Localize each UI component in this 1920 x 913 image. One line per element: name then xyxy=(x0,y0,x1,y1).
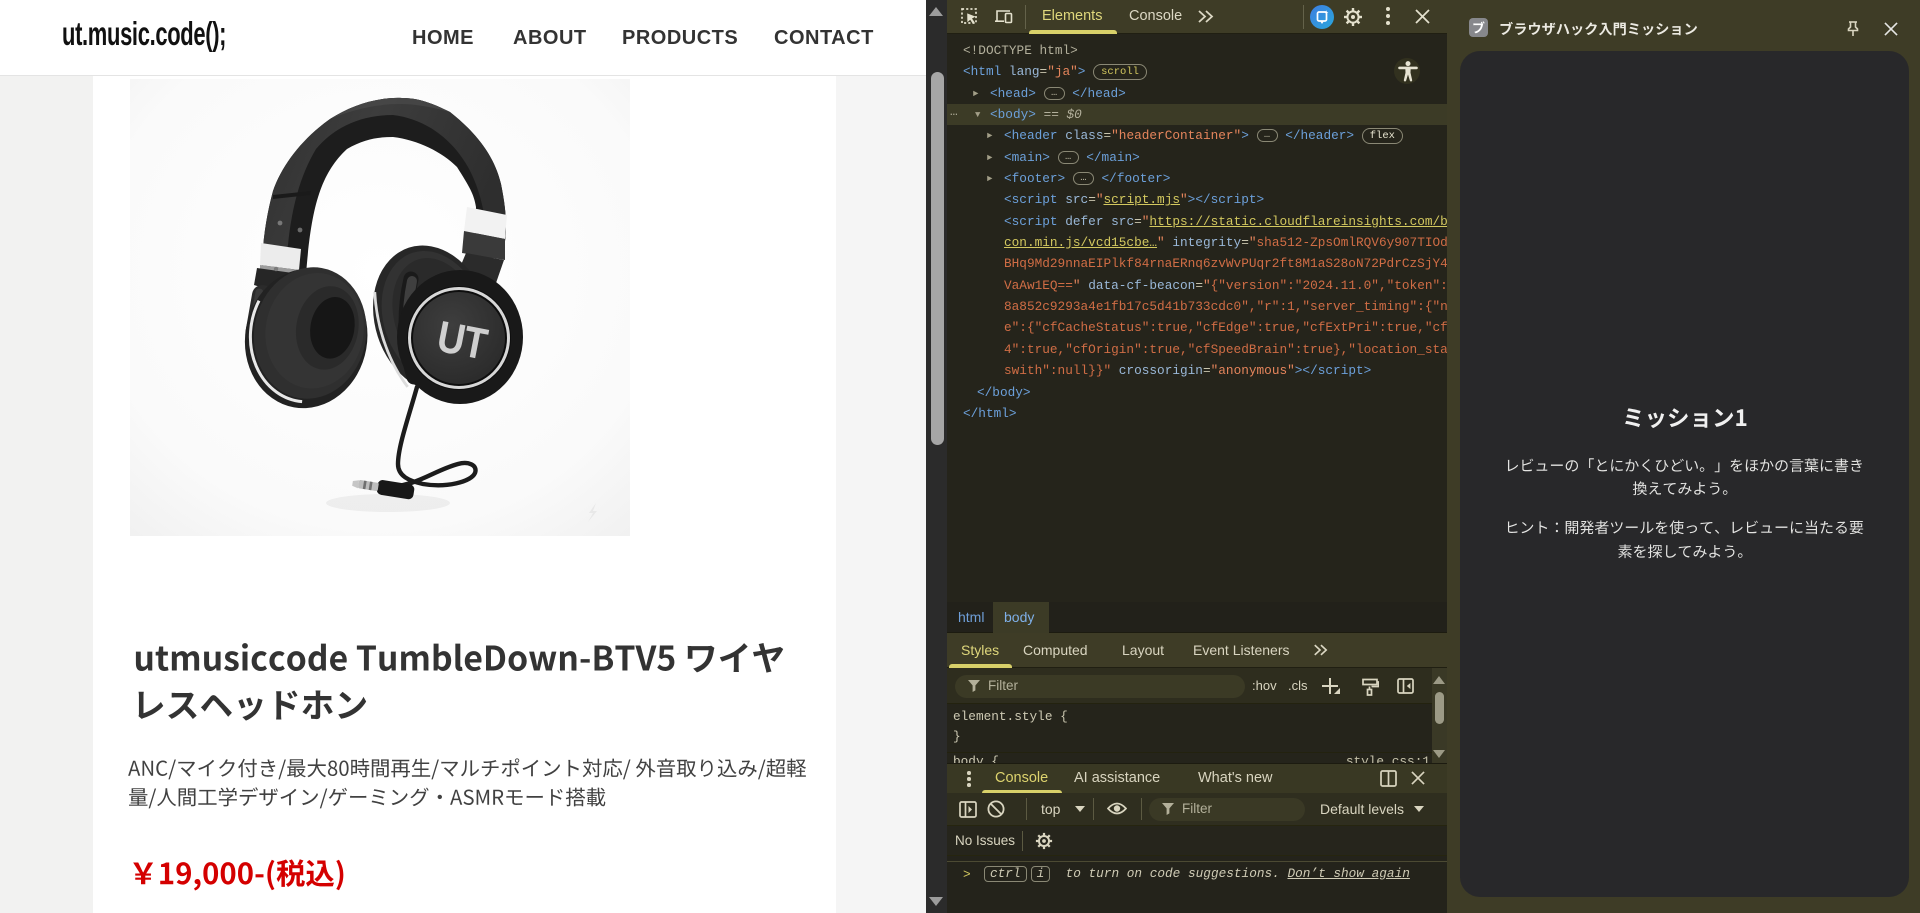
svg-text:UT: UT xyxy=(433,311,491,369)
